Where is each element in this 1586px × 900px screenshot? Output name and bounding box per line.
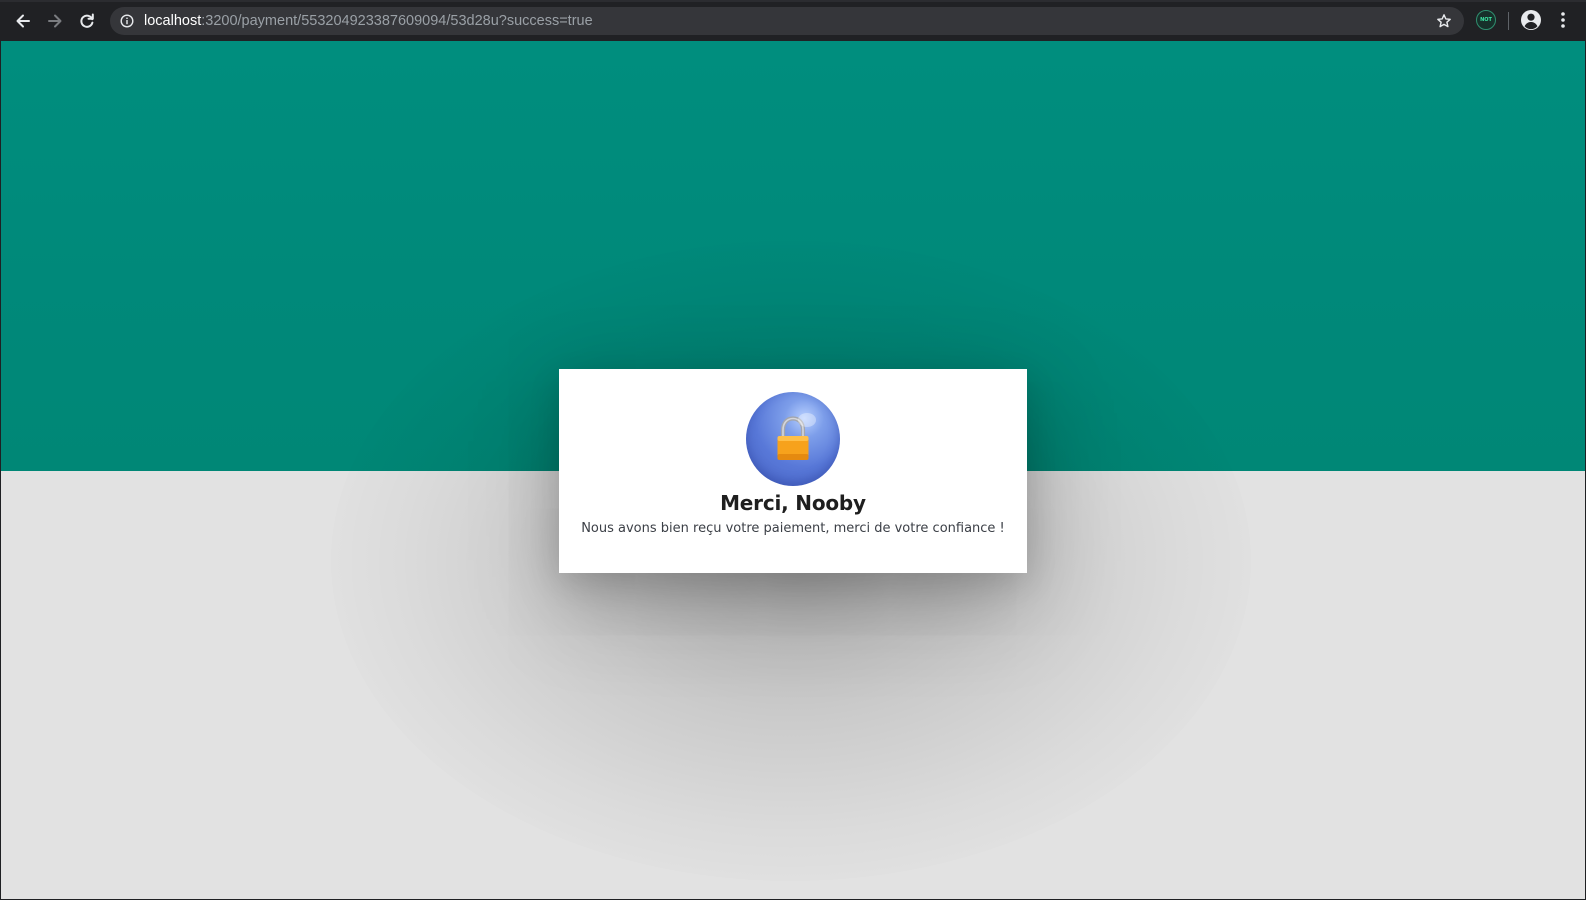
browser-toolbar: localhost:3200/payment/55320492338760909…	[0, 0, 1586, 41]
back-button[interactable]	[10, 8, 36, 34]
arrow-right-icon	[48, 14, 62, 28]
reload-button[interactable]	[74, 8, 100, 34]
reload-icon	[80, 13, 94, 28]
address-bar[interactable]: localhost:3200/payment/55320492338760909…	[110, 7, 1464, 35]
toolbar-divider	[1508, 12, 1509, 30]
tab-strip-edge	[0, 0, 1586, 2]
more-vertical-icon[interactable]	[1555, 10, 1571, 30]
dialog-message: Nous avons bien reçu votre paiement, mer…	[581, 521, 1005, 536]
url-text: localhost:3200/payment/55320492338760909…	[144, 13, 593, 29]
lock-avatar	[746, 392, 840, 486]
forward-button[interactable]	[42, 8, 68, 34]
lock-icon	[777, 413, 816, 460]
dialog-title: Merci, Nooby	[720, 491, 866, 515]
profile-avatar-icon[interactable]	[1520, 9, 1542, 31]
extension-icon[interactable]: NOT	[1476, 10, 1496, 30]
bookmark-star-icon[interactable]	[1436, 13, 1452, 29]
arrow-left-icon	[16, 14, 30, 28]
url-host: localhost	[144, 13, 202, 29]
url-path: :3200/payment/553204923387609094/53d28u?…	[201, 13, 593, 29]
payment-success-dialog: Merci, Nooby Nous avons bien reçu votre …	[559, 369, 1027, 573]
info-icon[interactable]	[120, 14, 134, 28]
page-viewport: Merci, Nooby Nous avons bien reçu votre …	[1, 41, 1585, 899]
